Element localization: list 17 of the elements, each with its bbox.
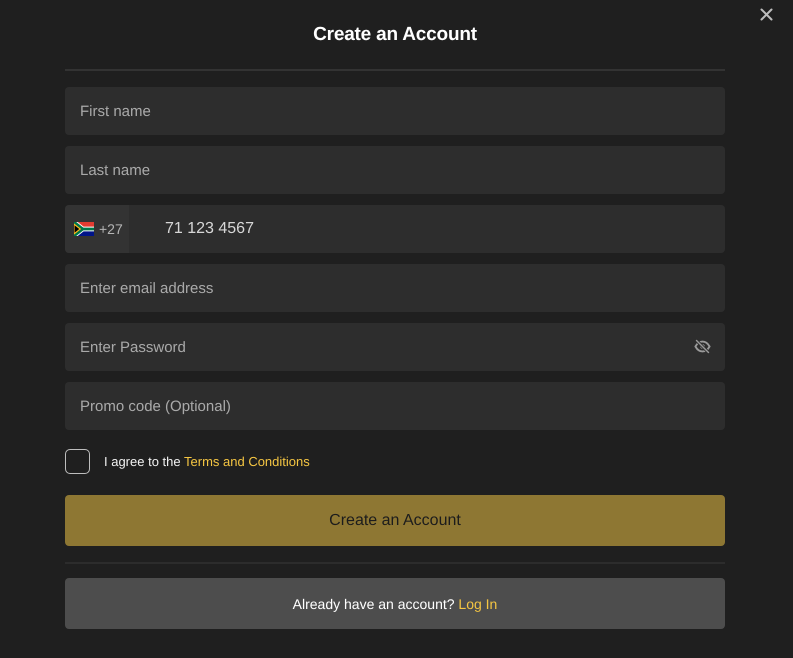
login-link[interactable]: Log In	[458, 596, 498, 612]
dialog-title: Create an Account	[313, 24, 477, 46]
create-account-button[interactable]: Create an Account	[65, 495, 725, 546]
phone-field[interactable]: +27 71 123 4567	[65, 205, 725, 253]
password-field[interactable]: Enter Password	[65, 323, 725, 371]
terms-text: I agree to the Terms and Conditions	[104, 454, 310, 469]
text-field[interactable]: First name	[65, 87, 725, 135]
flag-icon	[74, 222, 94, 236]
terms-link[interactable]: Terms and Conditions	[184, 454, 310, 469]
text-field[interactable]: Enter email address	[65, 264, 725, 312]
text-field[interactable]: Last name	[65, 146, 725, 194]
text-field[interactable]: Promo code (Optional)	[65, 382, 725, 430]
country-code-button[interactable]: +27	[65, 205, 129, 253]
eye-slash-icon[interactable]	[694, 338, 711, 355]
checkbox[interactable]	[65, 449, 90, 474]
close-icon[interactable]	[760, 8, 773, 21]
login-prompt: Already have an account? Log In	[292, 596, 498, 612]
